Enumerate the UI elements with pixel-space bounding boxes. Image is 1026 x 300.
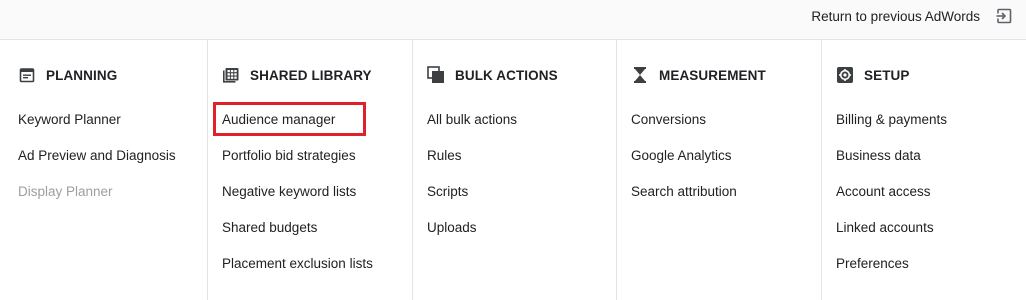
menu-item-search-attribution[interactable]: Search attribution — [631, 174, 821, 210]
planning-title: PLANNING — [46, 67, 118, 83]
menu-item-linked-accounts[interactable]: Linked accounts — [836, 210, 1026, 246]
menu-item-keyword-planner[interactable]: Keyword Planner — [18, 102, 207, 138]
tools-menu-columns: PLANNING Keyword Planner Ad Preview and … — [0, 40, 1026, 300]
menu-item-business-data[interactable]: Business data — [836, 138, 1026, 174]
menu-item-negative-keyword-lists[interactable]: Negative keyword lists — [222, 174, 412, 210]
measurement-header: MEASUREMENT — [631, 65, 821, 85]
measurement-title: MEASUREMENT — [659, 67, 766, 83]
menu-item-audience-manager-label: Audience manager — [222, 112, 336, 127]
shared-library-column: SHARED LIBRARY Audience manager Portfoli… — [208, 40, 413, 300]
library-grid-icon — [222, 66, 240, 84]
top-bar: Return to previous AdWords — [0, 0, 1026, 40]
measurement-column: MEASUREMENT Conversions Google Analytics… — [617, 40, 822, 300]
shared-library-items: Audience manager Portfolio bid strategie… — [213, 102, 412, 282]
bulk-actions-header: BULK ACTIONS — [427, 65, 616, 85]
planning-items: Keyword Planner Ad Preview and Diagnosis… — [18, 102, 207, 210]
menu-item-billing-and-payments[interactable]: Billing & payments — [836, 102, 1026, 138]
menu-item-conversions[interactable]: Conversions — [631, 102, 821, 138]
menu-item-rules[interactable]: Rules — [427, 138, 616, 174]
bulk-actions-column: BULK ACTIONS All bulk actions Rules Scri… — [413, 40, 617, 300]
planning-header: PLANNING — [18, 65, 207, 85]
menu-item-scripts[interactable]: Scripts — [427, 174, 616, 210]
calendar-icon — [18, 66, 36, 84]
setup-title: SETUP — [864, 67, 910, 83]
menu-item-all-bulk-actions[interactable]: All bulk actions — [427, 102, 616, 138]
settings-gear-icon — [836, 66, 854, 84]
return-link-label: Return to previous AdWords — [811, 8, 980, 24]
menu-item-display-planner: Display Planner — [18, 184, 113, 199]
exit-to-app-icon[interactable] — [995, 7, 1013, 25]
menu-item-shared-budgets[interactable]: Shared budgets — [222, 210, 412, 246]
bulk-actions-items: All bulk actions Rules Scripts Uploads — [427, 102, 616, 246]
copy-stack-icon — [427, 66, 445, 84]
bulk-actions-title: BULK ACTIONS — [455, 67, 558, 83]
menu-item-google-analytics[interactable]: Google Analytics — [631, 138, 821, 174]
setup-items: Billing & payments Business data Account… — [836, 102, 1026, 282]
hourglass-icon — [631, 66, 649, 84]
menu-item-audience-manager[interactable]: Audience manager — [213, 102, 412, 138]
measurement-items: Conversions Google Analytics Search attr… — [631, 102, 821, 210]
shared-library-header: SHARED LIBRARY — [222, 65, 412, 85]
return-to-previous-adwords-link[interactable]: Return to previous AdWords — [811, 0, 1026, 32]
menu-item-ad-preview-and-diagnosis[interactable]: Ad Preview and Diagnosis — [18, 138, 207, 174]
shared-library-title: SHARED LIBRARY — [250, 67, 372, 83]
menu-item-account-access[interactable]: Account access — [836, 174, 1026, 210]
menu-item-uploads[interactable]: Uploads — [427, 210, 616, 246]
menu-item-preferences[interactable]: Preferences — [836, 246, 1026, 282]
setup-column: SETUP Billing & payments Business data A… — [822, 40, 1026, 300]
menu-item-portfolio-bid-strategies[interactable]: Portfolio bid strategies — [222, 138, 412, 174]
menu-item-placement-exclusion-lists[interactable]: Placement exclusion lists — [222, 246, 412, 282]
planning-column: PLANNING Keyword Planner Ad Preview and … — [0, 40, 208, 300]
setup-header: SETUP — [836, 65, 1026, 85]
